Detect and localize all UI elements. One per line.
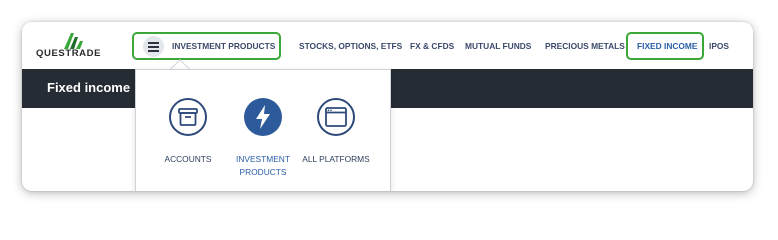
archive-box-icon xyxy=(169,98,207,136)
dropdown-item-accounts[interactable]: ACCOUNTS xyxy=(148,97,228,191)
nav-stocks-options-etfs[interactable]: STOCKS, OPTIONS, ETFS xyxy=(299,41,402,51)
nav-ipos[interactable]: IPOS xyxy=(709,41,729,51)
dropdown-item-all-platforms[interactable]: ALL PLATFORMS xyxy=(296,97,376,191)
label-line-1: INVESTMENT xyxy=(236,154,290,164)
nav-fixed-income-label: FIXED INCOME xyxy=(637,41,698,51)
questrade-logo-mark-icon xyxy=(64,33,83,49)
lightning-bolt-icon xyxy=(244,98,282,136)
browser-window-icon xyxy=(317,98,355,136)
nav-fixed-income[interactable]: FIXED INCOME xyxy=(626,32,704,60)
hamburger-menu-icon xyxy=(143,36,164,57)
nav-precious-metals[interactable]: PRECIOUS METALS xyxy=(545,41,625,51)
dropdown-item-investment-products-label: INVESTMENT PRODUCTS xyxy=(223,153,303,179)
investment-products-label: INVESTMENT PRODUCTS xyxy=(172,41,276,51)
browser-frame: QUESTRADE INVESTMENT PRODUCTS STOCKS, OP… xyxy=(22,22,753,191)
investment-products-dropdown: ACCOUNTS INVESTMENT PRODUCTS ALL PLATFOR… xyxy=(135,69,391,191)
dropdown-item-all-platforms-label: ALL PLATFORMS xyxy=(302,154,370,164)
top-navigation: QUESTRADE INVESTMENT PRODUCTS STOCKS, OP… xyxy=(22,22,753,69)
investment-products-button[interactable]: INVESTMENT PRODUCTS xyxy=(132,32,281,60)
nav-fx-cfds[interactable]: FX & CFDS xyxy=(410,41,454,51)
questrade-logo[interactable]: QUESTRADE xyxy=(36,31,114,61)
logo-wordmark: QUESTRADE xyxy=(36,48,102,59)
dropdown-item-accounts-label: ACCOUNTS xyxy=(164,154,212,164)
nav-mutual-funds[interactable]: MUTUAL FUNDS xyxy=(465,41,531,51)
label-line-2: PRODUCTS xyxy=(239,167,287,177)
page-title: Fixed income xyxy=(47,80,131,95)
dropdown-item-investment-products[interactable]: INVESTMENT PRODUCTS xyxy=(223,97,303,191)
